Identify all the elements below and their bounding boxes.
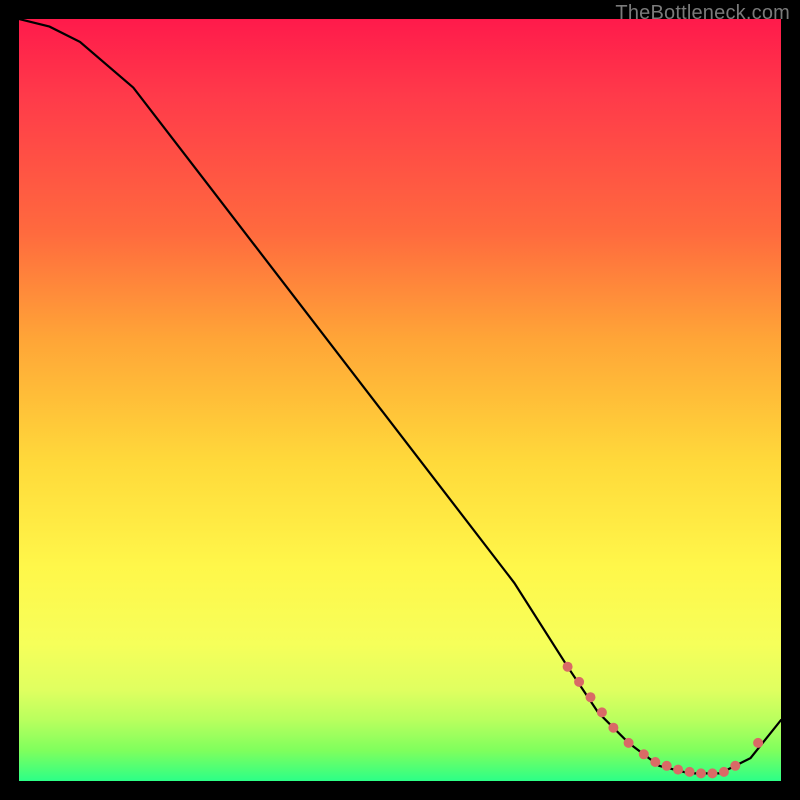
data-point: [730, 761, 740, 771]
bottleneck-curve: [19, 19, 781, 773]
data-point: [707, 768, 717, 778]
data-point: [597, 707, 607, 717]
data-point: [563, 662, 573, 672]
data-point: [719, 767, 729, 777]
chart-plot-area: [19, 19, 781, 781]
data-point: [574, 677, 584, 687]
data-point: [673, 765, 683, 775]
data-point: [586, 692, 596, 702]
chart-frame: TheBottleneck.com: [0, 0, 800, 800]
watermark-text: TheBottleneck.com: [615, 2, 790, 25]
data-point: [753, 738, 763, 748]
curve-layer: [19, 19, 781, 781]
data-point: [662, 761, 672, 771]
curve-dots: [563, 662, 764, 779]
data-point: [624, 738, 634, 748]
data-point: [685, 767, 695, 777]
data-point: [696, 768, 706, 778]
data-point: [639, 749, 649, 759]
data-point: [650, 757, 660, 767]
data-point: [608, 723, 618, 733]
